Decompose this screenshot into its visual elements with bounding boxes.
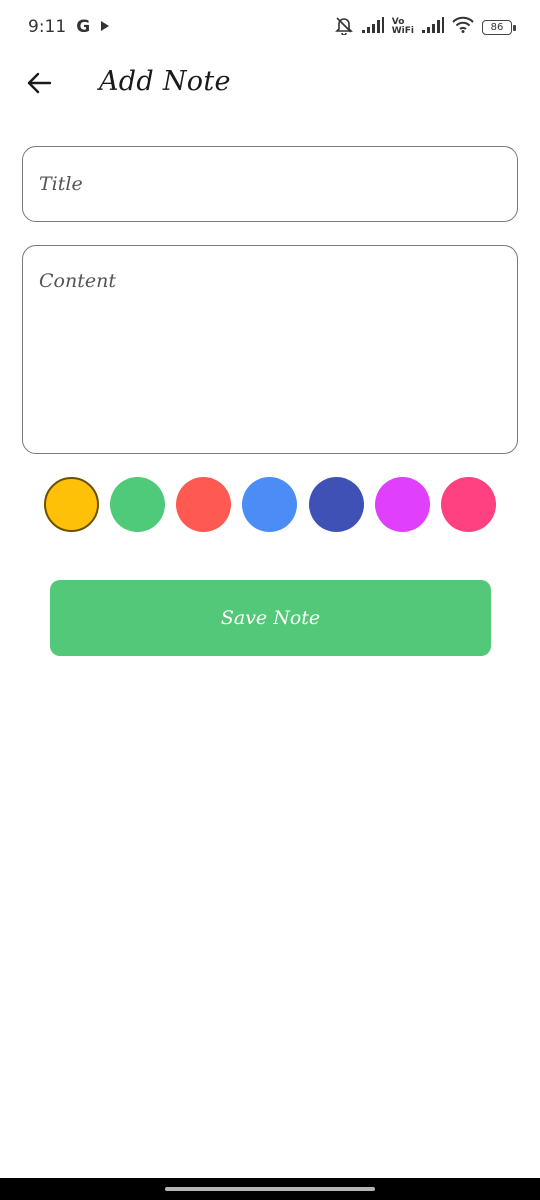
vowifi-indicator: Vo WiFi [392,18,414,36]
battery-level: 86 [490,21,504,33]
vowifi-bottom: WiFi [391,26,414,36]
color-swatch-blue[interactable] [242,476,298,532]
color-swatch-pink[interactable] [440,476,496,532]
battery-icon: 86 [482,19,516,35]
status-right: Vo WiFi 86 [334,15,516,40]
save-note-button[interactable]: Save Note [50,580,491,656]
color-swatch-green[interactable] [110,476,166,532]
status-bar: 9:11 G Vo WiFi 86 [0,0,540,54]
title-input[interactable] [22,146,518,222]
status-time: 9:11 [28,17,67,37]
signal-icon [361,16,384,38]
color-swatch-indigo[interactable] [308,476,364,532]
google-g-icon: G [76,17,91,37]
signal-icon [422,16,444,38]
color-swatch-purple[interactable] [374,476,430,532]
color-swatch-red[interactable] [176,476,232,532]
content-input[interactable] [22,245,518,454]
status-left: 9:11 G [28,17,110,37]
arrow-left-icon [26,72,52,98]
add-note-screen: 9:11 G Vo WiFi 86 Add Note Title Content… [0,0,540,1200]
home-indicator[interactable] [165,1187,375,1191]
wifi-icon [452,16,474,38]
mute-bell-icon [334,15,354,40]
color-picker [44,476,496,532]
play-store-icon [100,17,110,37]
page-title: Add Note [99,66,231,97]
app-bar: Add Note [0,54,540,116]
system-nav-bar [0,1178,540,1200]
color-swatch-amber[interactable] [44,476,99,532]
back-button[interactable] [22,68,56,102]
